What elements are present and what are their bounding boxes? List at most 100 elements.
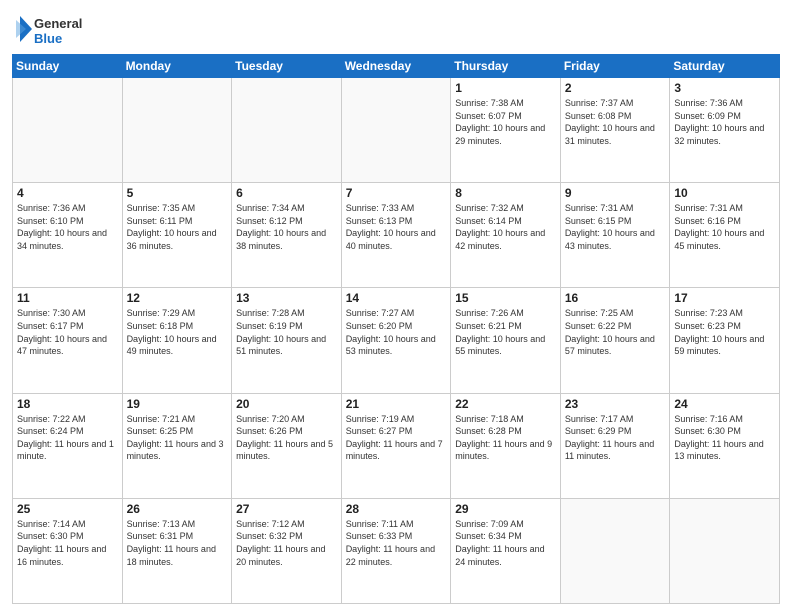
day-number: 2: [565, 81, 666, 95]
day-number: 11: [17, 291, 118, 305]
calendar-cell: 18 Sunrise: 7:22 AMSunset: 6:24 PMDayligh…: [13, 393, 123, 498]
day-number: 13: [236, 291, 337, 305]
calendar-header-sunday: Sunday: [13, 55, 123, 78]
day-info: Sunrise: 7:27 AMSunset: 6:20 PMDaylight:…: [346, 307, 447, 357]
day-info: Sunrise: 7:28 AMSunset: 6:19 PMDaylight:…: [236, 307, 337, 357]
day-info: Sunrise: 7:17 AMSunset: 6:29 PMDaylight:…: [565, 413, 666, 463]
day-info: Sunrise: 7:22 AMSunset: 6:24 PMDaylight:…: [17, 413, 118, 463]
day-number: 19: [127, 397, 228, 411]
day-number: 10: [674, 186, 775, 200]
day-number: 29: [455, 502, 556, 516]
calendar-cell: 1 Sunrise: 7:38 AMSunset: 6:07 PMDaylight…: [451, 78, 561, 183]
day-info: Sunrise: 7:12 AMSunset: 6:32 PMDaylight:…: [236, 518, 337, 568]
day-number: 5: [127, 186, 228, 200]
day-info: Sunrise: 7:19 AMSunset: 6:27 PMDaylight:…: [346, 413, 447, 463]
day-info: Sunrise: 7:37 AMSunset: 6:08 PMDaylight:…: [565, 97, 666, 147]
calendar-week-4: 18 Sunrise: 7:22 AMSunset: 6:24 PMDayligh…: [13, 393, 780, 498]
page: General Blue SundayMondayTuesdayWednesda…: [0, 0, 792, 612]
calendar-cell: 28Sunrise: 7:11 AMSunset: 6:33 PMDayligh…: [341, 498, 451, 603]
day-info: Sunrise: 7:31 AMSunset: 6:15 PMDaylight:…: [565, 202, 666, 252]
calendar-cell: 14Sunrise: 7:27 AMSunset: 6:20 PMDayligh…: [341, 288, 451, 393]
calendar-week-1: 1 Sunrise: 7:38 AMSunset: 6:07 PMDaylight…: [13, 78, 780, 183]
day-info: Sunrise: 7:30 AMSunset: 6:17 PMDaylight:…: [17, 307, 118, 357]
calendar-week-2: 4 Sunrise: 7:36 AMSunset: 6:10 PMDaylight…: [13, 183, 780, 288]
calendar-cell: 10 Sunrise: 7:31 AMSunset: 6:16 PMDayligh…: [670, 183, 780, 288]
calendar-header-saturday: Saturday: [670, 55, 780, 78]
calendar-header-friday: Friday: [560, 55, 670, 78]
day-number: 12: [127, 291, 228, 305]
logo-svg: General Blue: [12, 10, 82, 48]
calendar-header-monday: Monday: [122, 55, 232, 78]
day-info: Sunrise: 7:20 AMSunset: 6:26 PMDaylight:…: [236, 413, 337, 463]
calendar-cell: 11 Sunrise: 7:30 AMSunset: 6:17 PMDayligh…: [13, 288, 123, 393]
day-info: Sunrise: 7:14 AMSunset: 6:30 PMDaylight:…: [17, 518, 118, 568]
day-info: Sunrise: 7:36 AMSunset: 6:09 PMDaylight:…: [674, 97, 775, 147]
calendar-cell: [560, 498, 670, 603]
calendar-cell: 23 Sunrise: 7:17 AMSunset: 6:29 PMDayligh…: [560, 393, 670, 498]
day-info: Sunrise: 7:13 AMSunset: 6:31 PMDaylight:…: [127, 518, 228, 568]
calendar-cell: 4 Sunrise: 7:36 AMSunset: 6:10 PMDaylight…: [13, 183, 123, 288]
calendar-cell: 5Sunrise: 7:35 AMSunset: 6:11 PMDaylight…: [122, 183, 232, 288]
day-info: Sunrise: 7:18 AMSunset: 6:28 PMDaylight:…: [455, 413, 556, 463]
calendar-cell: 19 Sunrise: 7:21 AMSunset: 6:25 PMDayligh…: [122, 393, 232, 498]
day-info: Sunrise: 7:38 AMSunset: 6:07 PMDaylight:…: [455, 97, 556, 147]
day-info: Sunrise: 7:09 AMSunset: 6:34 PMDaylight:…: [455, 518, 556, 568]
day-number: 1: [455, 81, 556, 95]
calendar-header-tuesday: Tuesday: [232, 55, 342, 78]
calendar-cell: 7 Sunrise: 7:33 AMSunset: 6:13 PMDaylight…: [341, 183, 451, 288]
calendar-cell: 15 Sunrise: 7:26 AMSunset: 6:21 PMDayligh…: [451, 288, 561, 393]
day-info: Sunrise: 7:33 AMSunset: 6:13 PMDaylight:…: [346, 202, 447, 252]
calendar-cell: [670, 498, 780, 603]
day-number: 18: [17, 397, 118, 411]
day-info: Sunrise: 7:36 AMSunset: 6:10 PMDaylight:…: [17, 202, 118, 252]
day-info: Sunrise: 7:16 AMSunset: 6:30 PMDaylight:…: [674, 413, 775, 463]
day-number: 9: [565, 186, 666, 200]
calendar-week-3: 11 Sunrise: 7:30 AMSunset: 6:17 PMDayligh…: [13, 288, 780, 393]
day-number: 22: [455, 397, 556, 411]
day-info: Sunrise: 7:31 AMSunset: 6:16 PMDaylight:…: [674, 202, 775, 252]
calendar-cell: 20 Sunrise: 7:20 AMSunset: 6:26 PMDayligh…: [232, 393, 342, 498]
day-number: 6: [236, 186, 337, 200]
calendar-cell: 22 Sunrise: 7:18 AMSunset: 6:28 PMDayligh…: [451, 393, 561, 498]
day-info: Sunrise: 7:21 AMSunset: 6:25 PMDaylight:…: [127, 413, 228, 463]
calendar-cell: 13 Sunrise: 7:28 AMSunset: 6:19 PMDayligh…: [232, 288, 342, 393]
calendar-cell: 6 Sunrise: 7:34 AMSunset: 6:12 PMDaylight…: [232, 183, 342, 288]
day-number: 25: [17, 502, 118, 516]
calendar-cell: 29 Sunrise: 7:09 AMSunset: 6:34 PMDayligh…: [451, 498, 561, 603]
calendar-cell: [13, 78, 123, 183]
day-number: 15: [455, 291, 556, 305]
calendar-table: SundayMondayTuesdayWednesdayThursdayFrid…: [12, 54, 780, 604]
calendar-header-wednesday: Wednesday: [341, 55, 451, 78]
calendar-cell: 27Sunrise: 7:12 AMSunset: 6:32 PMDayligh…: [232, 498, 342, 603]
calendar-cell: 8Sunrise: 7:32 AMSunset: 6:14 PMDaylight…: [451, 183, 561, 288]
calendar-cell: 12 Sunrise: 7:29 AMSunset: 6:18 PMDayligh…: [122, 288, 232, 393]
day-number: 20: [236, 397, 337, 411]
day-number: 16: [565, 291, 666, 305]
day-number: 8: [455, 186, 556, 200]
day-number: 7: [346, 186, 447, 200]
logo: General Blue: [12, 10, 82, 48]
day-info: Sunrise: 7:25 AMSunset: 6:22 PMDaylight:…: [565, 307, 666, 357]
calendar-cell: [122, 78, 232, 183]
calendar-cell: [341, 78, 451, 183]
header: General Blue: [12, 10, 780, 48]
svg-text:General: General: [34, 16, 82, 31]
day-number: 23: [565, 397, 666, 411]
day-number: 21: [346, 397, 447, 411]
day-info: Sunrise: 7:34 AMSunset: 6:12 PMDaylight:…: [236, 202, 337, 252]
day-number: 28: [346, 502, 447, 516]
calendar-cell: 24 Sunrise: 7:16 AMSunset: 6:30 PMDayligh…: [670, 393, 780, 498]
day-number: 24: [674, 397, 775, 411]
day-number: 4: [17, 186, 118, 200]
day-number: 3: [674, 81, 775, 95]
day-info: Sunrise: 7:23 AMSunset: 6:23 PMDaylight:…: [674, 307, 775, 357]
day-info: Sunrise: 7:29 AMSunset: 6:18 PMDaylight:…: [127, 307, 228, 357]
calendar-header-row: SundayMondayTuesdayWednesdayThursdayFrid…: [13, 55, 780, 78]
calendar-cell: 21 Sunrise: 7:19 AMSunset: 6:27 PMDayligh…: [341, 393, 451, 498]
calendar-cell: 17 Sunrise: 7:23 AMSunset: 6:23 PMDayligh…: [670, 288, 780, 393]
calendar-header-thursday: Thursday: [451, 55, 561, 78]
calendar-cell: 9 Sunrise: 7:31 AMSunset: 6:15 PMDaylight…: [560, 183, 670, 288]
day-number: 17: [674, 291, 775, 305]
day-info: Sunrise: 7:26 AMSunset: 6:21 PMDaylight:…: [455, 307, 556, 357]
calendar-cell: [232, 78, 342, 183]
